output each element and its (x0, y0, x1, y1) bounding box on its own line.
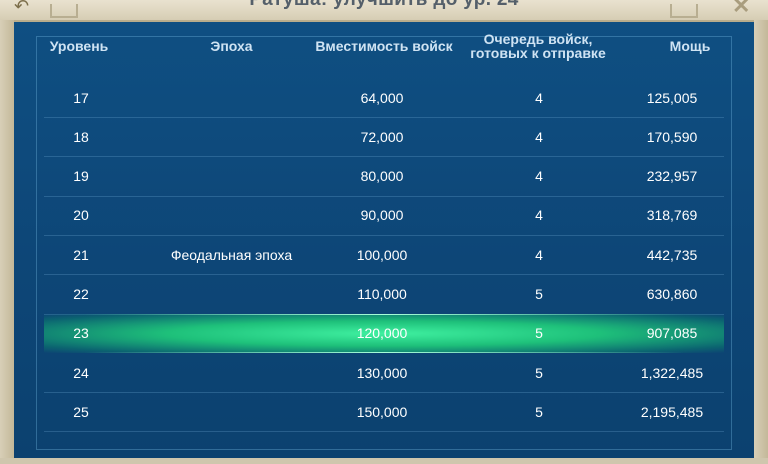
frame-right (754, 20, 768, 458)
frame-bottom (0, 458, 768, 464)
power-cell: 318,769 (646, 207, 698, 224)
queue-cell: 5 (535, 364, 543, 381)
level-cell: 21 (73, 246, 89, 263)
capacity-cell: 64,000 (360, 89, 404, 106)
frame-left (0, 20, 14, 458)
level-cell: 18 (73, 128, 89, 145)
table-row: 17 64,000 4 125,005 (44, 78, 724, 118)
header-capacity: Вместимость войск (315, 38, 453, 54)
queue-cell: 4 (535, 246, 543, 263)
header-level: Уровень (49, 38, 109, 54)
header-power: Мощь (669, 38, 711, 54)
capacity-cell: 150,000 (356, 403, 408, 420)
queue-cell: 4 (535, 168, 543, 185)
header-era: Эпоха (210, 38, 253, 54)
title-bar: ↶ Ратуша: улучшить до ур. 24 ✕ (0, 0, 768, 22)
table-row: 25 150,000 5 2,195,485 (44, 392, 724, 433)
era-cell (124, 78, 339, 117)
level-cell: 17 (73, 89, 89, 106)
power-cell: 2,195,485 (640, 403, 704, 420)
power-cell: 630,860 (646, 286, 698, 302)
era-cell (124, 157, 339, 196)
window-title: Ратуша: улучшить до ур. 24 (0, 0, 768, 11)
table-row: 20 90,000 4 318,769 (44, 196, 724, 236)
era-cell (124, 392, 339, 431)
queue-cell: 5 (535, 325, 543, 342)
capacity-cell: 100,000 (356, 246, 408, 263)
capacity-cell: 90,000 (360, 207, 404, 224)
table-row: 21 Феодальная эпоха 100,000 4 442,735 (44, 235, 724, 276)
power-cell: 907,085 (646, 325, 698, 342)
close-icon[interactable]: ✕ (732, 0, 754, 18)
table-row: 24 130,000 5 1,322,485 (44, 353, 724, 394)
queue-cell: 4 (535, 89, 543, 106)
table-header: Уровень Эпоха Вместимость войск Очередь … (14, 24, 754, 68)
level-cell: 19 (73, 168, 89, 185)
level-cell: 20 (73, 207, 89, 224)
level-cell: 24 (73, 364, 89, 381)
capacity-cell: 120,000 (356, 325, 408, 342)
power-cell: 232,957 (646, 168, 698, 185)
power-cell: 125,005 (646, 89, 698, 106)
capacity-cell: 130,000 (356, 364, 408, 381)
table-row: 23 120,000 5 907,085 (44, 313, 724, 353)
power-cell: 170,590 (646, 128, 698, 145)
era-cell (124, 275, 339, 314)
level-cell: 23 (73, 325, 89, 342)
era-cell (124, 196, 339, 235)
era-cell (124, 353, 339, 392)
capacity-cell: 80,000 (360, 168, 404, 185)
level-cell: 22 (73, 286, 89, 302)
queue-cell: 4 (535, 128, 543, 145)
table-row: 19 80,000 4 232,957 (44, 157, 724, 197)
queue-cell: 5 (535, 403, 543, 420)
level-cell: 25 (73, 403, 89, 420)
queue-cell: 4 (535, 207, 543, 224)
queue-cell: 5 (535, 286, 543, 302)
era-cell: Феодальная эпоха (170, 246, 293, 263)
table-row: 22 110,000 5 630,860 (44, 275, 724, 315)
power-cell: 1,322,485 (640, 364, 704, 381)
table-row: 18 72,000 4 170,590 (44, 117, 724, 158)
ornament-right (670, 4, 698, 18)
era-cell (124, 314, 339, 353)
era-cell (124, 117, 339, 156)
capacity-cell: 110,000 (357, 286, 407, 302)
power-cell: 442,735 (646, 246, 698, 263)
capacity-cell: 72,000 (360, 128, 404, 145)
header-queue: Очередь войск, готовых к отправке (470, 31, 606, 61)
